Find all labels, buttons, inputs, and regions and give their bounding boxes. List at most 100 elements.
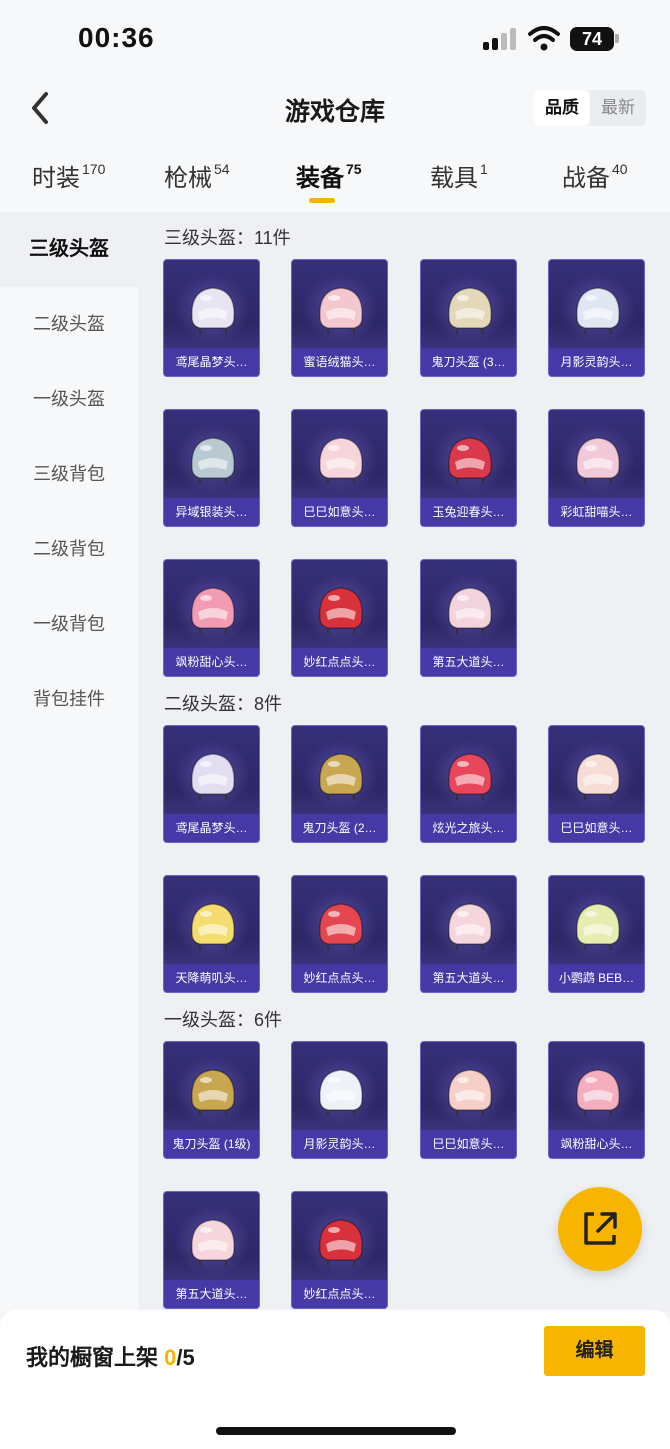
- showcase-label: 我的橱窗上架: [26, 1345, 159, 1370]
- item-card-label: 第五大道头…: [164, 1280, 259, 1308]
- section-title-level1-helmet: 一级头盔：6件: [164, 1010, 283, 1030]
- active-tab-indicator: [309, 198, 335, 203]
- sidebar-item-level1-backpack[interactable]: 一级背包: [0, 587, 138, 662]
- tab-equipment[interactable]: 装备 75: [296, 158, 362, 193]
- item-card[interactable]: 鸢尾晶梦头…: [163, 725, 260, 843]
- tab-supplies[interactable]: 战备 40: [562, 158, 628, 193]
- item-card-label: 飒粉甜心头…: [164, 648, 259, 676]
- item-card[interactable]: 玉兔迎春头…: [420, 409, 517, 527]
- helmet-icon: [191, 903, 235, 950]
- tab-vehicles[interactable]: 载具 1: [430, 158, 488, 193]
- showcase-total: /5: [176, 1345, 195, 1370]
- item-card-label: 异域银装头…: [164, 498, 259, 526]
- helmet-icon: [191, 753, 235, 800]
- item-card-label: 妙红点点头…: [292, 964, 387, 992]
- sidebar-item-level3-backpack[interactable]: 三级背包: [0, 437, 138, 512]
- helmet-icon: [319, 1069, 363, 1116]
- item-card[interactable]: 飒粉甜心头…: [163, 559, 260, 677]
- item-card[interactable]: 巳巳如意头…: [420, 1041, 517, 1159]
- item-card[interactable]: 妙红点点头…: [291, 875, 388, 993]
- showcase-count: 0: [164, 1345, 177, 1370]
- item-grid-area: 三级头盔：11件 二级头盔：8件 一级头盔：6件 鸢尾晶梦头… 蜜语绒猫头… 鬼刀头…: [138, 212, 670, 1312]
- clock: 00:36: [78, 22, 155, 53]
- item-card[interactable]: 巳巳如意头…: [548, 725, 645, 843]
- helmet-icon: [191, 1219, 235, 1266]
- helmet-icon: [319, 287, 363, 334]
- item-card-label: 月影灵韵头…: [549, 348, 644, 376]
- item-card-label: 彩虹甜喵头…: [549, 498, 644, 526]
- item-card[interactable]: 月影灵韵头…: [291, 1041, 388, 1159]
- sidebar-item-level1-helmet[interactable]: 一级头盔: [0, 362, 138, 437]
- item-card[interactable]: 小鹦鹉 BEB…: [548, 875, 645, 993]
- cellular-signal-icon: [483, 28, 519, 50]
- helmet-icon: [448, 437, 492, 484]
- item-card-label: 巳巳如意头…: [549, 814, 644, 842]
- helmet-icon: [576, 287, 620, 334]
- sort-toggle[interactable]: 品质 最新: [534, 90, 646, 126]
- edit-button[interactable]: 编辑: [544, 1326, 645, 1376]
- item-card-label: 巳巳如意头…: [421, 1130, 516, 1158]
- helmet-icon: [319, 437, 363, 484]
- helmet-icon: [576, 753, 620, 800]
- item-card-label: 小鹦鹉 BEB…: [549, 964, 644, 992]
- item-card-label: 鸢尾晶梦头…: [164, 814, 259, 842]
- battery-cap: [615, 34, 619, 43]
- tab-fashion[interactable]: 时装 170: [32, 158, 105, 193]
- item-card[interactable]: 飒粉甜心头…: [548, 1041, 645, 1159]
- item-card[interactable]: 妙红点点头…: [291, 1191, 388, 1309]
- wifi-icon: [528, 26, 560, 51]
- item-card-label: 炫光之旅头…: [421, 814, 516, 842]
- helmet-icon: [448, 287, 492, 334]
- section-title-level2-helmet: 二级头盔：8件: [164, 694, 283, 714]
- item-card[interactable]: 彩虹甜喵头…: [548, 409, 645, 527]
- item-card[interactable]: 蜜语绒猫头…: [291, 259, 388, 377]
- bottom-bar: 我的橱窗上架 0/5 编辑: [0, 1310, 670, 1449]
- helmet-icon: [319, 1219, 363, 1266]
- helmet-icon: [319, 753, 363, 800]
- item-card[interactable]: 第五大道头…: [420, 559, 517, 677]
- helmet-icon: [448, 753, 492, 800]
- share-button[interactable]: [558, 1187, 642, 1271]
- item-card-label: 蜜语绒猫头…: [292, 348, 387, 376]
- item-card-label: 鸢尾晶梦头…: [164, 348, 259, 376]
- item-card[interactable]: 月影灵韵头…: [548, 259, 645, 377]
- helmet-icon: [576, 903, 620, 950]
- item-card-label: 天降萌叽头…: [164, 964, 259, 992]
- showcase-status: 我的橱窗上架 0/5: [26, 1340, 195, 1372]
- item-card-label: 玉兔迎春头…: [421, 498, 516, 526]
- sidebar-item-level2-helmet[interactable]: 二级头盔: [0, 287, 138, 362]
- helmet-icon: [191, 1069, 235, 1116]
- item-card[interactable]: 天降萌叽头…: [163, 875, 260, 993]
- item-card-label: 鬼刀头盔 (2…: [292, 814, 387, 842]
- item-card[interactable]: 巳巳如意头…: [291, 409, 388, 527]
- item-card[interactable]: 第五大道头…: [163, 1191, 260, 1309]
- sidebar: 三级头盔 二级头盔 一级头盔 三级背包 二级背包 一级背包 背包挂件: [0, 212, 138, 1312]
- sidebar-item-level2-backpack[interactable]: 二级背包: [0, 512, 138, 587]
- item-card[interactable]: 妙红点点头…: [291, 559, 388, 677]
- helmet-icon: [319, 903, 363, 950]
- item-card-label: 妙红点点头…: [292, 1280, 387, 1308]
- sort-newest-option[interactable]: 最新: [590, 90, 646, 126]
- item-card[interactable]: 鸢尾晶梦头…: [163, 259, 260, 377]
- item-card-label: 鬼刀头盔 (1级): [164, 1130, 259, 1158]
- section-title-level3-helmet: 三级头盔：11件: [164, 228, 291, 248]
- helmet-icon: [576, 437, 620, 484]
- item-card[interactable]: 炫光之旅头…: [420, 725, 517, 843]
- item-card[interactable]: 鬼刀头盔 (1级): [163, 1041, 260, 1159]
- sidebar-item-level3-helmet[interactable]: 三级头盔: [0, 212, 138, 287]
- helmet-icon: [448, 903, 492, 950]
- helmet-icon: [448, 1069, 492, 1116]
- sidebar-item-backpack-charm[interactable]: 背包挂件: [0, 662, 138, 737]
- category-tabs: 时装 170 枪械 54 装备 75 载具 1 战备 40: [0, 138, 670, 212]
- item-card[interactable]: 鬼刀头盔 (3…: [420, 259, 517, 377]
- item-card[interactable]: 异域银装头…: [163, 409, 260, 527]
- item-card[interactable]: 第五大道头…: [420, 875, 517, 993]
- item-card[interactable]: 鬼刀头盔 (2…: [291, 725, 388, 843]
- tab-firearms[interactable]: 枪械 54: [164, 158, 230, 193]
- item-card-label: 妙红点点头…: [292, 648, 387, 676]
- sort-quality-option[interactable]: 品质: [534, 90, 590, 126]
- item-card-label: 巳巳如意头…: [292, 498, 387, 526]
- item-card-label: 飒粉甜心头…: [549, 1130, 644, 1158]
- helmet-icon: [191, 437, 235, 484]
- item-card-label: 第五大道头…: [421, 964, 516, 992]
